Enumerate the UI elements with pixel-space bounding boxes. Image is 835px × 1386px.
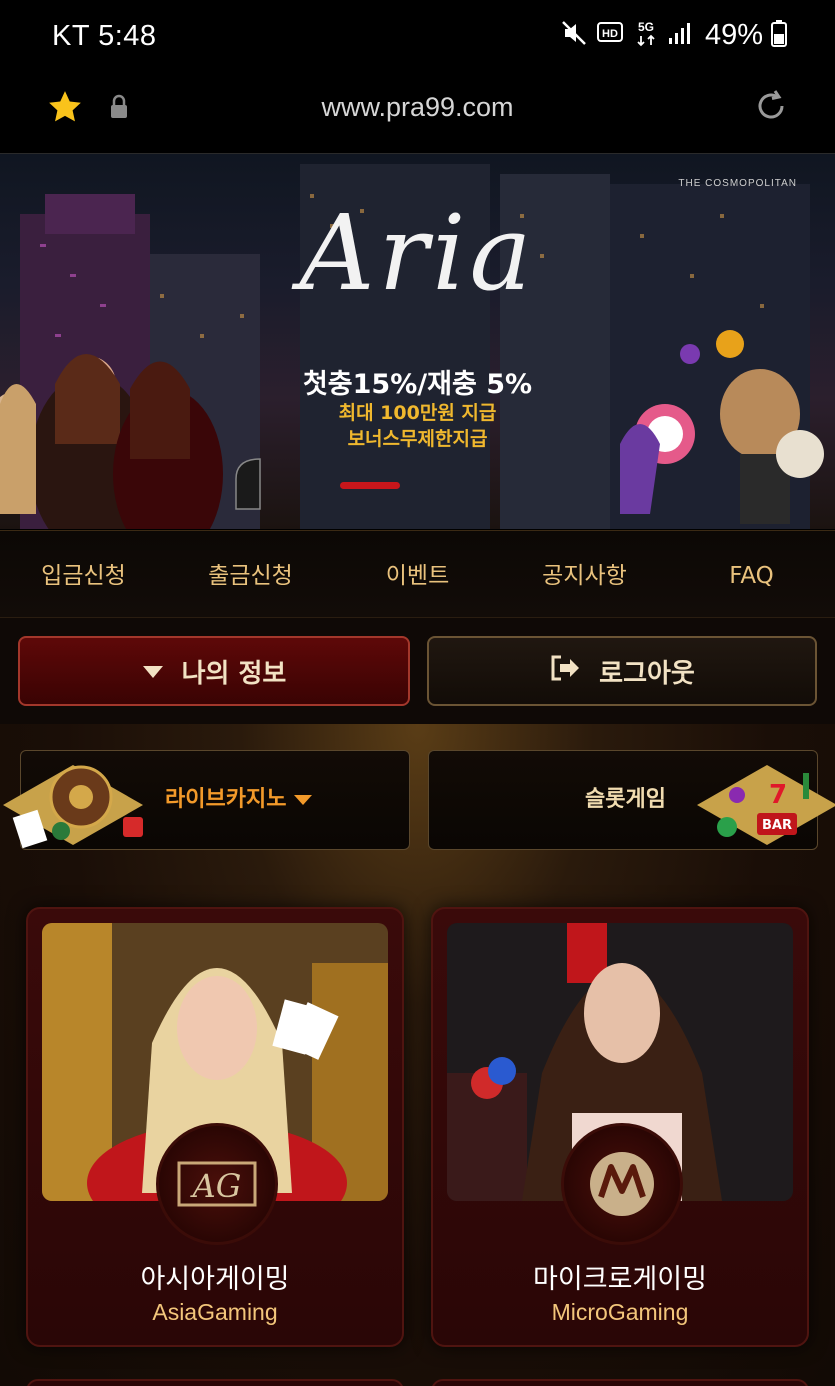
logout-icon [549,654,581,689]
5g-icon: 5G [633,18,659,52]
game-lobby: 라이브카지노 슬롯게임 BAR 7 AG 아시아게이밍 AsiaGaming 마… [0,724,835,1386]
caret-down-icon [142,656,164,686]
svg-text:HD: HD [602,28,618,40]
signal-icon [667,20,693,50]
main-nav: 입금신청 출금신청 이벤트 공지사항 FAQ [0,530,835,618]
provider-name-en: AsiaGaming [152,1299,278,1325]
carousel-indicator[interactable] [340,482,400,489]
promo-line-2: 최대 100만원 지급 [338,402,497,424]
aria-logo: Aria [299,192,536,314]
my-info-button[interactable]: 나의 정보 [18,636,410,706]
nav-event[interactable]: 이벤트 [334,531,501,617]
provider-name-ko: 마이크로게이밍 [533,1264,707,1295]
browser-url-bar: www.pra99.com [0,74,835,154]
nav-withdraw[interactable]: 출금신청 [167,531,334,617]
status-bar: KT 5:48 HD 5G 49% [0,0,835,74]
slot-games-label: 슬롯게임 [585,787,666,812]
my-info-label: 나의 정보 [181,658,287,689]
provider-card-microgaming[interactable]: 마이크로게이밍 MicroGaming [431,907,809,1347]
slot-machine-art-icon: BAR 7 [697,765,835,845]
carrier-time: KT 5:48 [52,20,157,52]
svg-text:7: 7 [769,780,787,810]
provider-name-ko: 아시아게이밍 [140,1264,290,1295]
provider-name-en: MicroGaming [551,1299,689,1325]
svg-text:BAR: BAR [762,818,792,833]
promo-banner[interactable]: THE COSMOPOLITAN Aria 첫충15%/재충 5% 최대 100… [0,154,835,529]
account-actions: 나의 정보 로그아웃 [0,618,835,724]
promo-line-3: 보너스무제한지급 [347,428,488,450]
category-slot-games[interactable]: 슬롯게임 BAR 7 [428,750,835,850]
logout-button[interactable]: 로그아웃 [427,636,817,706]
nav-faq[interactable]: FAQ [668,531,835,617]
roulette-art-icon [3,765,143,849]
reload-icon[interactable] [751,86,791,130]
category-live-casino[interactable]: 라이브카지노 [3,750,410,850]
status-icons: HD 5G 49% [559,18,787,52]
promo-headline: 첫충15%/재충 5% [302,369,533,400]
url-text[interactable]: www.pra99.com [0,92,835,123]
asiagaming-logo: AG [156,1123,278,1245]
live-casino-label: 라이브카지노 [165,781,313,813]
nav-deposit[interactable]: 입금신청 [0,531,167,617]
next-provider-card-partial[interactable] [431,1379,809,1386]
microgaming-logo [561,1123,683,1245]
svg-text:5G: 5G [638,20,654,34]
nav-notice[interactable]: 공지사항 [501,531,668,617]
hd-icon: HD [596,20,625,50]
building-sign: THE COSMOPOLITAN [678,178,797,189]
logout-label: 로그아웃 [599,658,695,689]
mute-icon [559,18,589,52]
battery-percent: 49% [704,18,763,51]
caret-down-icon [294,795,313,805]
battery-icon [771,19,787,51]
provider-card-asiagaming[interactable]: AG 아시아게이밍 AsiaGaming [26,907,404,1347]
next-provider-card-partial[interactable] [26,1379,404,1386]
svg-text:AG: AG [190,1167,242,1205]
